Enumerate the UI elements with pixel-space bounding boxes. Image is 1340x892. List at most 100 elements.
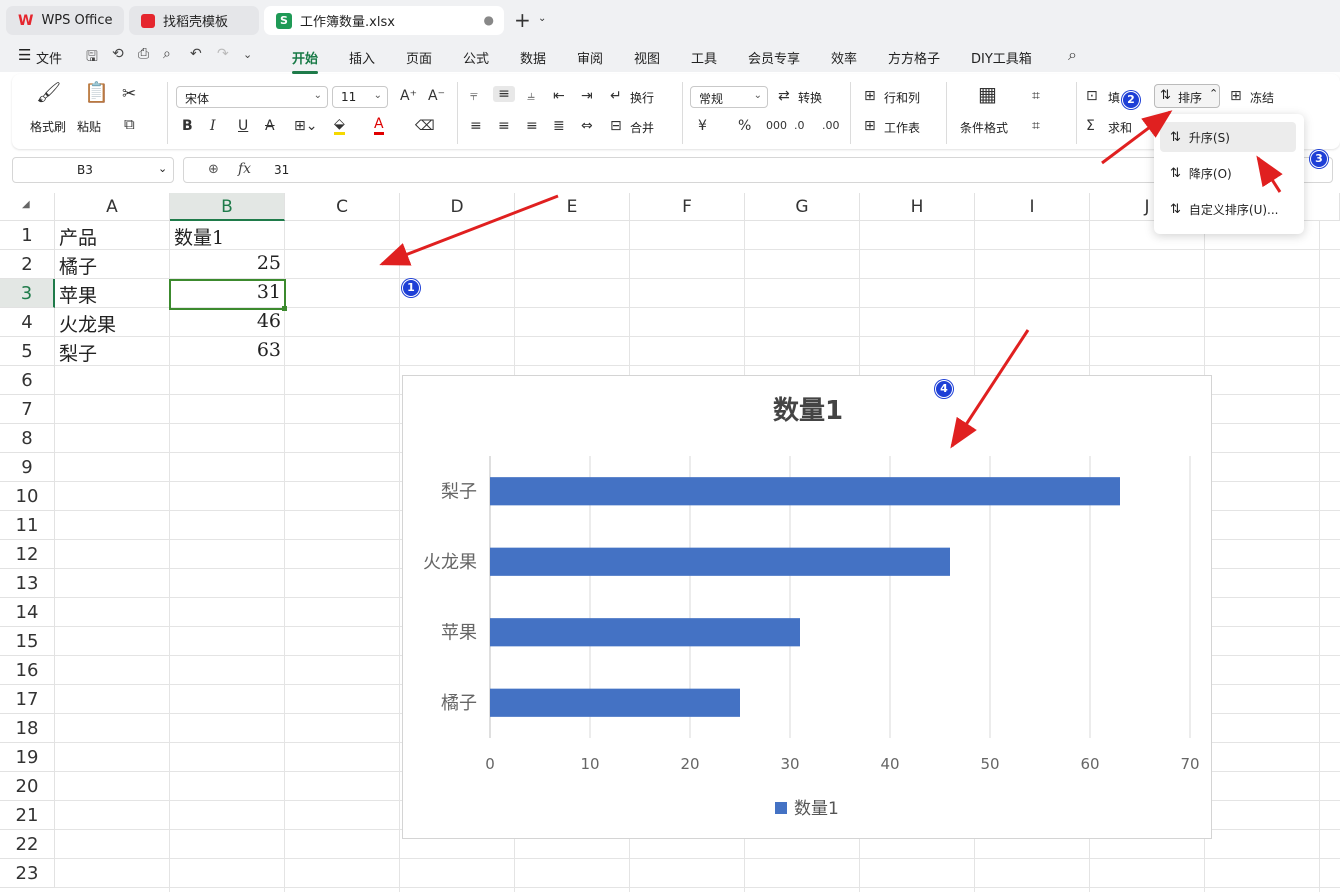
align-bottom-icon[interactable]: ⫨ [527,88,535,104]
row-header[interactable]: 22 [0,830,55,859]
fx-icon[interactable]: fx [238,161,251,177]
format-painter-icon[interactable]: 🖌 [36,82,61,102]
row-col-icon[interactable]: ⊞ [864,88,876,104]
justify-icon[interactable]: ≣ [553,118,565,134]
freeze-label[interactable]: 冻结 [1250,89,1274,106]
align-middle-icon[interactable]: ≡ [493,86,515,102]
row-header[interactable]: 5 [0,337,55,366]
paste-label[interactable]: 粘贴 [77,118,101,135]
row-header[interactable]: 23 [0,859,55,888]
row-header[interactable]: 13 [0,569,55,598]
row-col-label[interactable]: 行和列 [884,89,920,106]
row-header[interactable]: 14 [0,598,55,627]
sort-descending-item[interactable]: ⇅ 降序(O) [1160,158,1296,188]
column-header[interactable]: B [170,193,285,221]
fill-label[interactable]: 填 [1108,89,1120,106]
row-header[interactable]: 15 [0,627,55,656]
cell-b2[interactable]: 25 [170,252,285,274]
fill-icon[interactable]: ⊡ [1086,88,1098,104]
bar-1[interactable] [490,688,740,717]
freeze-icon[interactable]: ⊞ [1230,88,1242,104]
column-header[interactable]: E [515,193,630,221]
conditional-format-label[interactable]: 条件格式 [960,119,1008,136]
align-center-icon[interactable]: ≡ [498,118,510,134]
row-header[interactable]: 16 [0,656,55,685]
format-painter-label[interactable]: 格式刷 [30,118,66,135]
row-header[interactable]: 8 [0,424,55,453]
chevron-down-icon[interactable]: ⌄ [538,13,546,24]
print-preview-icon[interactable]: ⌕ [163,46,171,62]
row-header[interactable]: 7 [0,395,55,424]
column-header[interactable]: I [975,193,1090,221]
sum-label[interactable]: 求和 [1108,119,1132,136]
menu-tools[interactable]: 工具 [691,48,717,67]
fill-color-icon[interactable]: ⬙ [334,116,345,135]
row-header[interactable]: 10 [0,482,55,511]
wrap-icon[interactable]: ↵ [610,88,622,104]
hamburger-icon[interactable]: ☰ [18,46,31,64]
merge-icon[interactable]: ⊟ [610,118,622,134]
merge-label[interactable]: 合并 [630,119,654,136]
row-header[interactable]: 2 [0,250,55,279]
tab-close-dot-icon[interactable]: ● [484,13,494,27]
row-header[interactable]: 20 [0,772,55,801]
number-format-select[interactable]: 常规 ⌄ [690,86,768,108]
currency-button[interactable]: ¥ [698,118,707,134]
italic-button[interactable]: I [210,118,216,134]
sum-icon[interactable]: Σ [1086,118,1095,134]
font-size-select[interactable]: 11 ⌄ [332,86,388,108]
custom-sort-item[interactable]: ⇅ 自定义排序(U)... [1160,194,1296,224]
bar-4[interactable] [490,477,1120,506]
font-color-button[interactable]: A [374,116,384,135]
cell-b5[interactable]: 63 [170,339,285,361]
tab-workbook[interactable]: S 工作簿数量.xlsx ● [264,6,504,35]
decrease-font-icon[interactable]: A⁻ [428,88,445,104]
redo-icon[interactable]: ↷ [217,46,229,62]
eraser-icon[interactable]: ⌫ [415,118,435,134]
column-header[interactable]: D [400,193,515,221]
menu-data[interactable]: 数据 [520,48,546,67]
menu-fangfang[interactable]: 方方格子 [888,48,940,67]
column-header[interactable]: A [55,193,170,221]
menu-review[interactable]: 审阅 [577,48,603,67]
cut-icon[interactable]: ✂ [122,86,136,103]
wrap-label[interactable]: 换行 [630,89,654,106]
name-box[interactable]: B3 ⌄ [12,157,174,183]
bar-chart[interactable]: 数量1 橘子 苹果 火龙果 梨子 0 10 20 30 40 50 60 70 数量1 [402,375,1212,839]
cell-a3[interactable]: 苹果 [55,281,101,308]
column-header[interactable]: G [745,193,860,221]
row-header[interactable]: 9 [0,453,55,482]
menu-insert[interactable]: 插入 [349,48,375,67]
tab-wps-office[interactable]: W WPS Office [6,6,124,35]
column-header[interactable]: H [860,193,975,221]
row-header[interactable]: 21 [0,801,55,830]
crop-icon[interactable]: ⌗ [1032,118,1040,134]
align-top-icon[interactable]: ⫧ [470,88,478,104]
conditional-format-icon[interactable]: ▦ [978,84,997,104]
fill-handle[interactable] [282,306,287,311]
tab-docer[interactable]: 找稻壳模板 [129,6,259,35]
cell-b1[interactable]: 数量1 [170,223,228,250]
increase-decimal-icon[interactable]: .0 [794,118,805,134]
convert-icon[interactable]: ⇄ [778,88,790,104]
menu-diy[interactable]: DIY工具箱 [971,48,1032,67]
zoom-icon[interactable]: ⊕ [208,162,219,177]
convert-label[interactable]: 转换 [798,89,822,106]
sort-button[interactable]: ⇅ 排序 ⌃ [1154,84,1220,108]
cell-a1[interactable]: 产品 [55,223,101,250]
decrease-decimal-icon[interactable]: .00 [822,118,840,134]
row-header[interactable]: 1 [0,221,55,250]
indent-increase-icon[interactable]: ⇥ [581,88,593,104]
select-all-corner[interactable]: ◢ [0,193,55,221]
undo-icon[interactable]: ↶ [190,46,202,62]
align-left-icon[interactable]: ≡ [470,118,482,134]
menu-view[interactable]: 视图 [634,48,660,67]
menu-member[interactable]: 会员专享 [748,48,800,67]
worksheet-icon[interactable]: ⊞ [864,118,876,134]
row-header[interactable]: 18 [0,714,55,743]
print-icon[interactable]: ⎙ [138,46,149,62]
paste-icon[interactable]: 📋 [84,82,109,102]
cell-b4[interactable]: 46 [170,310,285,332]
row-header[interactable]: 11 [0,511,55,540]
cell-a4[interactable]: 火龙果 [55,310,120,337]
